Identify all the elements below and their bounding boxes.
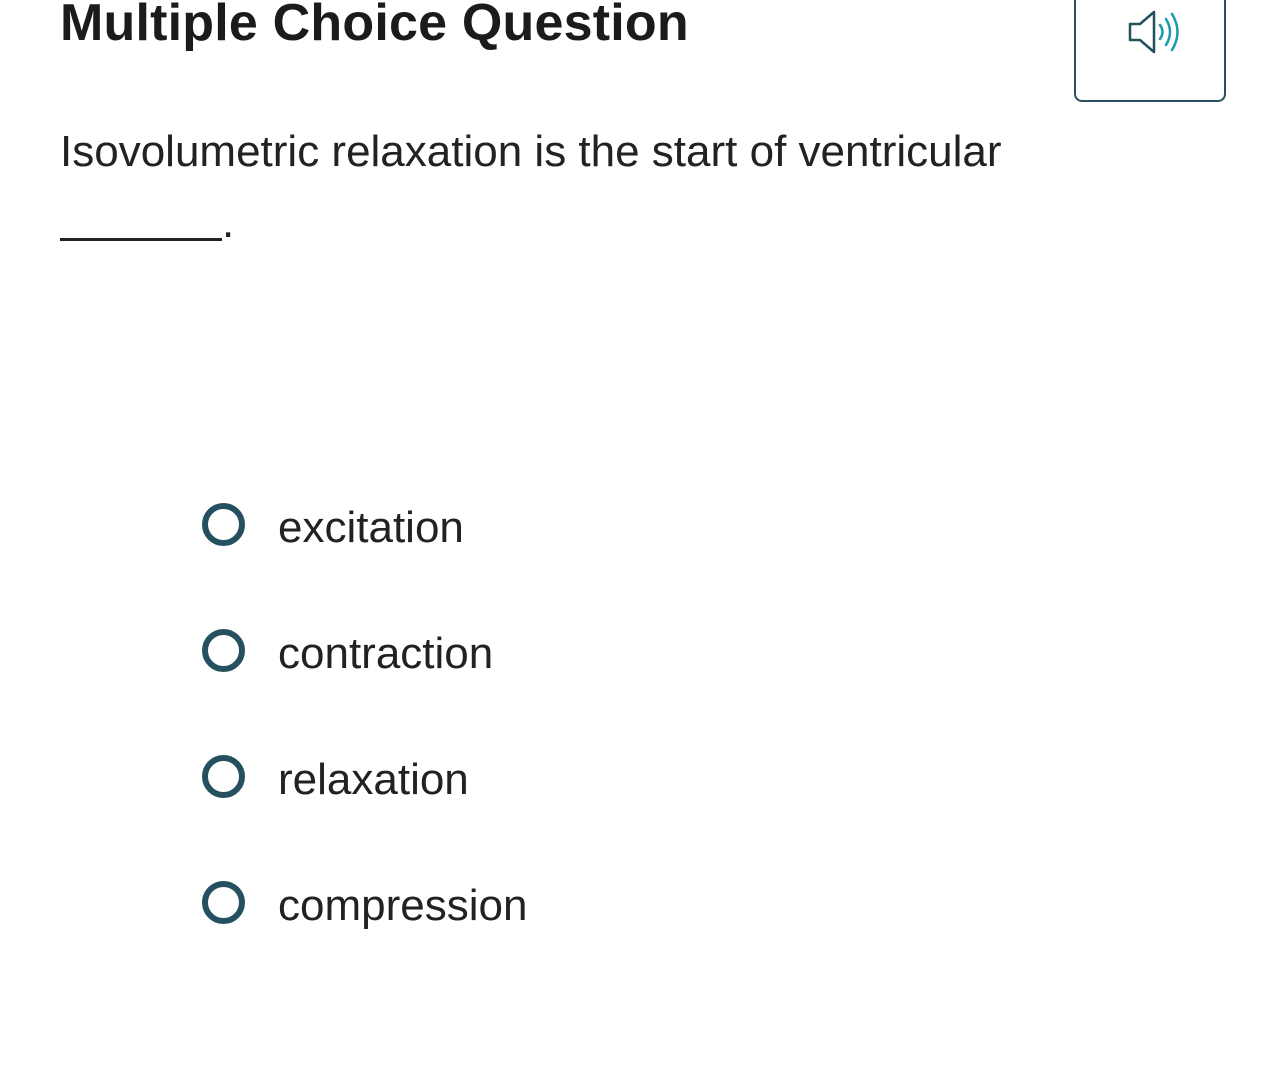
- option-relaxation[interactable]: relaxation: [202, 732, 902, 832]
- option-label: contraction: [278, 629, 494, 678]
- page-title: Multiple Choice Question: [60, 0, 689, 52]
- option-label: relaxation: [278, 755, 469, 804]
- read-aloud-button[interactable]: [1074, 0, 1226, 102]
- option-label: compression: [278, 881, 528, 930]
- option-compression[interactable]: compression: [202, 858, 902, 958]
- blank-period: .: [222, 198, 235, 247]
- question-text: Isovolumetric relaxation is the start of…: [60, 127, 1002, 176]
- option-contraction[interactable]: contraction: [202, 606, 902, 706]
- radio-button[interactable]: [202, 503, 245, 546]
- answer-blank: [60, 238, 222, 241]
- radio-button[interactable]: [202, 755, 245, 798]
- radio-button[interactable]: [202, 881, 245, 924]
- speaker-icon: [1128, 10, 1179, 54]
- radio-button[interactable]: [202, 629, 245, 672]
- option-excitation[interactable]: excitation: [202, 480, 902, 580]
- option-label: excitation: [278, 503, 464, 552]
